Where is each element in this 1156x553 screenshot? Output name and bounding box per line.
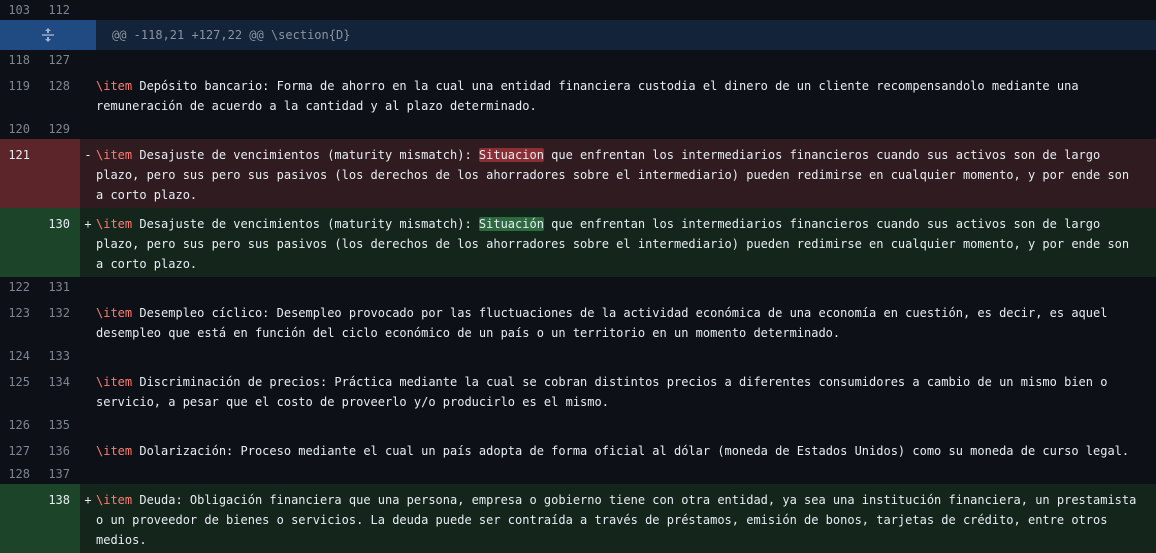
- context-line: 124 133: [0, 346, 1156, 366]
- new-line-number[interactable]: 133: [40, 346, 80, 366]
- new-line-number[interactable]: [40, 139, 80, 208]
- code-text: Depósito bancario: Forma de ahorro en la…: [96, 79, 1086, 113]
- added-line: 138 + \item Deuda: Obligación financiera q…: [0, 484, 1156, 553]
- context-line: 118 127: [0, 50, 1156, 70]
- new-line-number[interactable]: 130: [40, 208, 80, 277]
- new-line-number[interactable]: 136: [40, 435, 80, 464]
- diff-sign: -: [80, 139, 96, 208]
- diff-sign: [80, 119, 96, 139]
- old-line-number[interactable]: 119: [0, 70, 40, 119]
- context-line: 119 128 \item Depósito bancario: Forma de …: [0, 70, 1156, 119]
- old-line-number[interactable]: 122: [0, 277, 40, 297]
- new-line-number[interactable]: 128: [40, 70, 80, 119]
- old-line-number[interactable]: 120: [0, 119, 40, 139]
- diff-rows: 118 127 119 128 \item Depósito bancario: For…: [0, 50, 1156, 553]
- diff-sign: [80, 50, 96, 70]
- diff-view: 103 112 @@ -118,21 +127,22 @@ \section{D…: [0, 0, 1156, 553]
- old-line-number[interactable]: 103: [0, 0, 40, 20]
- added-line: 130 + \item Desajuste de vencimientos (mat…: [0, 208, 1156, 277]
- old-line-number[interactable]: 128: [0, 464, 40, 484]
- diff-sign: [80, 464, 96, 484]
- hunk-header-row: @@ -118,21 +127,22 @@ \section{D}: [0, 20, 1156, 50]
- code-text: Desajuste de vencimientos (maturity mism…: [132, 217, 479, 231]
- diff-sign: [80, 366, 96, 415]
- context-line: 125 134 \item Discriminación de precios: P…: [0, 366, 1156, 415]
- old-line-number[interactable]: 123: [0, 297, 40, 346]
- code-line: \item Deuda: Obligación financiera que u…: [96, 484, 1156, 553]
- new-line-number[interactable]: 112: [40, 0, 80, 20]
- old-line-number[interactable]: 127: [0, 435, 40, 464]
- new-line-number[interactable]: 138: [40, 484, 80, 553]
- code-line: \item Discriminación de precios: Práctic…: [96, 366, 1156, 415]
- old-line-number[interactable]: 125: [0, 366, 40, 415]
- hunk-header: @@ -118,21 +127,22 @@ \section{D}: [112, 28, 351, 42]
- old-line-number[interactable]: [0, 484, 40, 553]
- new-line-number[interactable]: 129: [40, 119, 80, 139]
- new-line-number[interactable]: 135: [40, 415, 80, 435]
- changed-word: Situación: [478, 217, 544, 231]
- latex-command: \item: [96, 306, 133, 320]
- new-line-number[interactable]: 131: [40, 277, 80, 297]
- new-line-number[interactable]: 127: [40, 50, 80, 70]
- context-line: 123 132 \item Desempleo cíclico: Desempleo…: [0, 297, 1156, 346]
- diff-sign: [80, 297, 96, 346]
- expand-button[interactable]: [0, 20, 96, 50]
- context-line: 122 131: [0, 277, 1156, 297]
- code-text: Dolarización: Proceso mediante el cual u…: [132, 444, 1130, 458]
- changed-word: Situacion: [478, 148, 544, 162]
- diff-sign: [80, 415, 96, 435]
- context-line: 120 129: [0, 119, 1156, 139]
- code-line: \item Desempleo cíclico: Desempleo provo…: [96, 297, 1156, 346]
- latex-command: \item: [96, 375, 133, 389]
- diff-sign: [80, 435, 96, 464]
- code-line: \item Desajuste de vencimientos (maturit…: [96, 208, 1156, 277]
- context-line: 127 136 \item Dolarización: Proceso median…: [0, 435, 1156, 464]
- diff-sign: [80, 0, 96, 20]
- diff-sign: [80, 277, 96, 297]
- code-line: \item Depósito bancario: Forma de ahorro…: [96, 70, 1156, 119]
- latex-command: \item: [96, 79, 133, 93]
- latex-command: \item: [96, 217, 133, 231]
- old-line-number[interactable]: 126: [0, 415, 40, 435]
- code-line: \item Dolarización: Proceso mediante el …: [96, 435, 1156, 464]
- old-line-number[interactable]: 121: [0, 139, 40, 208]
- code-line: \item Desajuste de vencimientos (maturit…: [96, 139, 1156, 208]
- old-line-number[interactable]: 124: [0, 346, 40, 366]
- diff-sign: +: [80, 208, 96, 277]
- diff-sign: [80, 70, 96, 119]
- expand-icon: [42, 28, 54, 42]
- latex-command: \item: [96, 444, 133, 458]
- latex-command: \item: [96, 148, 133, 162]
- deleted-line: 121- \item Desajuste de vencimientos (mat…: [0, 139, 1156, 208]
- code-text: Desajuste de vencimientos (maturity mism…: [132, 148, 479, 162]
- context-line: 128 137: [0, 464, 1156, 484]
- old-line-number[interactable]: 118: [0, 50, 40, 70]
- latex-command: \item: [96, 493, 133, 507]
- diff-sign: [80, 346, 96, 366]
- diff-row-top: 103 112: [0, 0, 1156, 20]
- code-text: Deuda: Obligación financiera que una per…: [96, 493, 1144, 547]
- new-line-number[interactable]: 134: [40, 366, 80, 415]
- old-line-number[interactable]: [0, 208, 40, 277]
- new-line-number[interactable]: 132: [40, 297, 80, 346]
- new-line-number[interactable]: 137: [40, 464, 80, 484]
- diff-sign: +: [80, 484, 96, 553]
- code-text: Discriminación de precios: Práctica medi…: [96, 375, 1115, 409]
- code-text: Desempleo cíclico: Desempleo provocado p…: [96, 306, 1115, 340]
- context-line: 126 135: [0, 415, 1156, 435]
